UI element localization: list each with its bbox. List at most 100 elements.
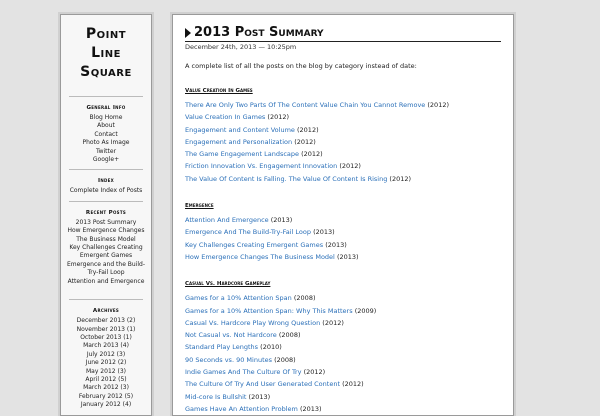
site-title[interactable]: Point Line Square — [65, 25, 147, 82]
list-item: Attention And Emergence (2013) — [185, 214, 501, 226]
post-link[interactable]: Engagement and Personalization — [185, 138, 292, 146]
sidebar-link-photo-as-image[interactable]: Photo As Image — [65, 139, 147, 147]
post-link[interactable]: Games for a 10% Attention Span: Why This… — [185, 307, 353, 315]
list-item: 90 Seconds vs. 90 Minutes (2008) — [185, 354, 501, 366]
post-year: (2013) — [270, 216, 293, 225]
post-link[interactable]: Key Challenges Creating Emergent Games — [185, 241, 323, 249]
site-title-line[interactable]: Line — [65, 44, 147, 63]
post-link[interactable]: Games for a 10% Attention Span — [185, 294, 292, 302]
sidebar-link-contact[interactable]: Contact — [65, 131, 147, 139]
post-year: (2012) — [342, 380, 364, 389]
post-link[interactable]: Games Have An Attention Problem — [185, 405, 298, 413]
general-info-section: General Info Blog Home About Contact Pho… — [65, 97, 147, 169]
sidebar-link-about[interactable]: About — [65, 122, 147, 130]
post-link[interactable]: Value Creation In Games — [185, 113, 265, 121]
site-title-line[interactable]: Point — [65, 25, 147, 44]
archive-link[interactable]: April 2012 (5) — [65, 376, 147, 384]
list-item: Engagement and Personalization (2012) — [185, 136, 501, 148]
sidebar-link-blog-home[interactable]: Blog Home — [65, 114, 147, 122]
archive-link[interactable]: December 2013 (2) — [65, 317, 147, 325]
sidebar-link-complete-index[interactable]: Complete Index of Posts — [65, 187, 147, 195]
recent-post-link[interactable]: How Emergence Changes The Business Model — [65, 227, 147, 244]
post-year: (2012) — [294, 137, 316, 146]
index-section: Index Complete Index of Posts — [65, 170, 147, 200]
list-item: Emergence And The Build-Try-Fail Loop (2… — [185, 226, 501, 238]
post-year: (2013) — [248, 392, 271, 401]
post-year: (2012) — [389, 174, 412, 183]
general-info-heading: General Info — [86, 105, 126, 111]
list-item: There Are Only Two Parts Of The Content … — [185, 99, 501, 111]
post-year: (2013) — [336, 252, 359, 261]
sidebar: Point Line Square General Info Blog Home… — [60, 14, 152, 416]
post-year: (2012) — [339, 162, 361, 171]
recent-post-link[interactable]: 2013 Post Summary — [65, 219, 147, 227]
list-item: Indie Games And The Culture Of Try (2012… — [185, 366, 501, 378]
triangle-right-icon — [185, 28, 191, 38]
recent-posts-section: Recent Posts 2013 Post Summary How Emerg… — [65, 202, 147, 291]
archive-link[interactable]: November 2013 (1) — [65, 326, 147, 334]
list-item: Standard Play Lengths (2010) — [185, 341, 501, 353]
site-title-line[interactable]: Square — [65, 63, 147, 82]
post-year: (2012) — [301, 150, 323, 159]
post-year: (2008) — [293, 294, 316, 303]
post-link[interactable]: Not Casual vs. Not Hardcore — [185, 331, 277, 339]
archive-link[interactable]: March 2012 (3) — [65, 384, 147, 392]
list-item: Not Casual vs. Not Hardcore (2008) — [185, 329, 501, 341]
post-year: (2012) — [297, 125, 319, 134]
post-date: December 24th, 2013 — 10:25pm — [185, 43, 297, 51]
category-heading: Emergence — [185, 203, 214, 210]
post-link[interactable]: 90 Seconds vs. 90 Minutes — [185, 356, 272, 364]
post-year: (2012) — [267, 113, 290, 122]
post-link[interactable]: Friction Innovation Vs. Engagement Innov… — [185, 162, 337, 170]
post-year: (2008) — [278, 331, 301, 340]
main-content: 2013 Post Summary December 24th, 2013 — … — [172, 14, 514, 416]
list-item: Value Creation In Games (2012) — [185, 111, 501, 123]
archive-link[interactable]: May 2012 (3) — [65, 368, 147, 376]
post-link[interactable]: The Value Of Content Is Falling. The Val… — [185, 175, 387, 183]
post-link[interactable]: There Are Only Two Parts Of The Content … — [185, 101, 425, 109]
post-year: (2013) — [299, 404, 322, 413]
post-year: (2013) — [313, 228, 335, 237]
post-link[interactable]: Emergence And The Build-Try-Fail Loop — [185, 228, 311, 236]
post-link[interactable]: The Game Engagement Landscape — [185, 150, 299, 158]
post-link[interactable]: Standard Play Lengths — [185, 343, 258, 351]
list-item: How Emergence Changes The Business Model… — [185, 251, 501, 263]
list-item: The Value Of Content Is Falling. The Val… — [185, 173, 501, 185]
list-item: Games for a 10% Attention Span (2008) — [185, 292, 501, 304]
list-item: Friction Innovation Vs. Engagement Innov… — [185, 160, 501, 172]
list-item: The Game Engagement Landscape (2012) — [185, 148, 501, 160]
sidebar-link-google-plus[interactable]: Google+ — [65, 156, 147, 164]
recent-post-link[interactable]: Attention and Emergence — [65, 278, 147, 286]
post-link[interactable]: Indie Games And The Culture Of Try — [185, 368, 301, 376]
post-year: (2009) — [354, 306, 377, 315]
post-title-text[interactable]: 2013 Post Summary — [194, 25, 324, 41]
post-link[interactable]: How Emergence Changes The Business Model — [185, 253, 335, 261]
list-item: Mid-core Is Bullshit (2013) — [185, 391, 501, 403]
category-heading: Value Creation In Games — [185, 88, 253, 94]
archive-link[interactable]: March 2013 (4) — [65, 342, 147, 350]
recent-posts-heading: Recent Posts — [85, 209, 127, 216]
post-year: (2010) — [260, 343, 282, 352]
list-item: Engagement and Content Volume (2012) — [185, 124, 501, 136]
post-link[interactable]: Casual Vs. Hardcore Play Wrong Question — [185, 319, 320, 327]
archive-link[interactable]: January 2012 (4) — [65, 401, 147, 409]
post-link[interactable]: Engagement and Content Volume — [185, 126, 295, 134]
post-year: (2012) — [322, 318, 344, 327]
recent-post-link[interactable]: Key Challenges Creating Emergent Games — [65, 244, 147, 261]
sidebar-link-twitter[interactable]: Twitter — [65, 148, 147, 156]
list-item: Games Have An Attention Problem (2013) — [185, 403, 501, 415]
post-link[interactable]: Mid-core Is Bullshit — [185, 393, 246, 401]
post-year: (2013) — [325, 240, 347, 249]
archives-section: Archives December 2013 (2) November 2013… — [65, 300, 147, 414]
post-link[interactable]: Attention And Emergence — [185, 216, 269, 224]
archive-link[interactable]: October 2013 (1) — [65, 334, 147, 342]
archive-link[interactable]: July 2012 (3) — [65, 351, 147, 359]
post-title[interactable]: 2013 Post Summary — [185, 25, 501, 42]
list-item: Key Challenges Creating Emergent Games (… — [185, 239, 501, 251]
list-item: Casual Vs. Hardcore Play Wrong Question … — [185, 317, 501, 329]
post-link[interactable]: The Culture Of Try And User Generated Co… — [185, 380, 340, 388]
post-year: (2012) — [303, 368, 326, 377]
recent-post-link[interactable]: Emergence and the Build-Try-Fail Loop — [65, 261, 147, 278]
post-year: (2012) — [427, 101, 450, 109]
archive-link[interactable]: June 2012 (2) — [65, 359, 147, 367]
